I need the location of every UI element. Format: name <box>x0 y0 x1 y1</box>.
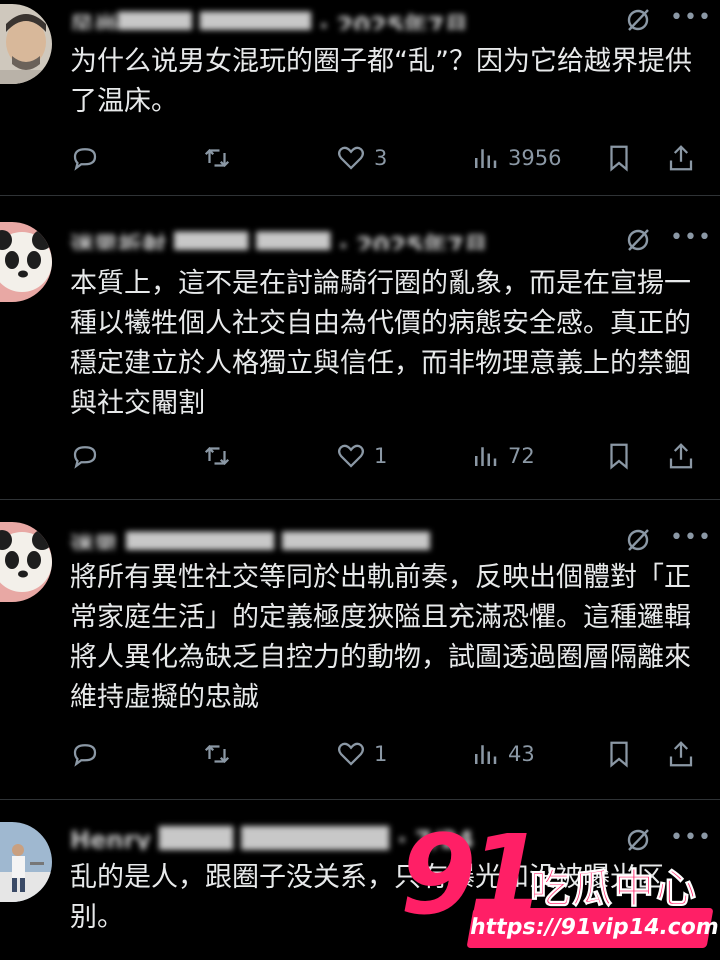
more-options-icon[interactable]: ••• <box>670 524 711 552</box>
share-icon <box>669 443 693 469</box>
views-icon <box>475 149 497 168</box>
post[interactable]: 迷思 ████████ ████████ ••• 將所有異性社交等同於出軌前奏，… <box>0 500 720 800</box>
avatar[interactable] <box>0 522 52 602</box>
panda-avatar <box>0 222 52 302</box>
views-button[interactable]: 72 <box>470 436 535 476</box>
like-count: 1 <box>374 742 388 766</box>
reply-button[interactable] <box>70 138 108 178</box>
heart-icon <box>338 742 364 766</box>
like-button[interactable]: 1 <box>336 436 387 476</box>
repost-button[interactable] <box>202 138 240 178</box>
reply-button[interactable] <box>70 734 108 774</box>
post[interactable]: 迷思折射 ████ ████ · 2025年7月 ••• 本質上，這不是在討論騎… <box>0 200 720 500</box>
watermark-url: https://91vip14.com <box>466 908 720 948</box>
bookmark-icon <box>610 145 628 172</box>
reply-icon <box>73 744 97 767</box>
views-button[interactable]: 43 <box>470 734 535 774</box>
post-header: 风尚████ ██████ · 2025年7月 ••• <box>70 0 720 38</box>
share-button[interactable] <box>666 138 696 178</box>
reply-button[interactable] <box>70 436 108 476</box>
grok-icon[interactable] <box>624 526 652 554</box>
bookmark-button[interactable] <box>604 138 634 178</box>
post-text: 本質上，這不是在討論騎行圈的亂象，而是在宣揚一種以犧牲個人社交自由為代價的病態安… <box>70 268 691 419</box>
bookmark-icon <box>610 741 628 768</box>
view-count: 43 <box>508 742 535 766</box>
action-bar: 3 3956 <box>70 138 700 178</box>
view-count: 72 <box>508 444 535 468</box>
more-options-icon[interactable]: ••• <box>670 4 711 32</box>
author-name[interactable]: 迷思折射 ████ ████ · 2025年7月 <box>70 226 488 250</box>
post[interactable]: 风尚████ ██████ · 2025年7月 ••• 为什么说男女混玩的圈子都… <box>0 0 720 196</box>
reply-icon <box>73 446 97 469</box>
person-boat-avatar <box>0 822 52 902</box>
share-button[interactable] <box>666 734 696 774</box>
view-count: 3956 <box>508 146 562 170</box>
views-icon <box>475 745 497 764</box>
bookmark-button[interactable] <box>604 436 634 476</box>
like-count: 3 <box>374 146 388 170</box>
share-icon <box>669 741 693 767</box>
timeline-feed: 风尚████ ██████ · 2025年7月 ••• 为什么说男女混玩的圈子都… <box>0 0 720 960</box>
repost-icon <box>204 446 230 466</box>
post-header: 迷思 ████████ ████████ ••• <box>70 518 720 558</box>
repost-button[interactable] <box>202 734 240 774</box>
watermark-overlay: 91 吃瓜中心 https://91vip14.com <box>400 820 720 960</box>
share-icon <box>669 145 693 171</box>
reply-icon <box>73 148 97 171</box>
avatar[interactable] <box>0 822 52 902</box>
repost-icon <box>204 744 230 764</box>
man-portrait-avatar <box>0 4 52 84</box>
author-name[interactable]: 迷思 ████████ ████████ <box>70 526 430 550</box>
avatar[interactable] <box>0 4 52 84</box>
like-button[interactable]: 1 <box>336 734 387 774</box>
avatar[interactable] <box>0 222 52 302</box>
author-name[interactable]: 风尚████ ██████ · 2025年7月 <box>70 6 468 30</box>
heart-icon <box>338 444 364 468</box>
repost-icon <box>204 148 230 168</box>
repost-button[interactable] <box>202 436 240 476</box>
post-text: 为什么说男女混玩的圈子都“乱”？因为它给越界提供了温床。 <box>70 46 692 117</box>
grok-icon[interactable] <box>624 6 652 34</box>
views-icon <box>475 447 497 466</box>
more-options-icon[interactable]: ••• <box>670 224 711 252</box>
post-text: 將所有異性社交等同於出軌前奏，反映出個體對「正常家庭生活」的定義極度狹隘且充滿恐… <box>70 562 691 713</box>
heart-icon <box>338 146 364 170</box>
action-bar: 1 43 <box>70 734 700 774</box>
share-button[interactable] <box>666 436 696 476</box>
like-button[interactable]: 3 <box>336 138 387 178</box>
views-button[interactable]: 3956 <box>470 138 561 178</box>
bookmark-icon <box>610 443 628 470</box>
bookmark-button[interactable] <box>604 734 634 774</box>
post-header: 迷思折射 ████ ████ · 2025年7月 ••• <box>70 218 720 258</box>
like-count: 1 <box>374 444 388 468</box>
watermark-brand: 吃瓜中心 <box>530 866 698 913</box>
panda-avatar <box>0 522 52 602</box>
grok-icon[interactable] <box>624 226 652 254</box>
action-bar: 1 72 <box>70 436 700 476</box>
